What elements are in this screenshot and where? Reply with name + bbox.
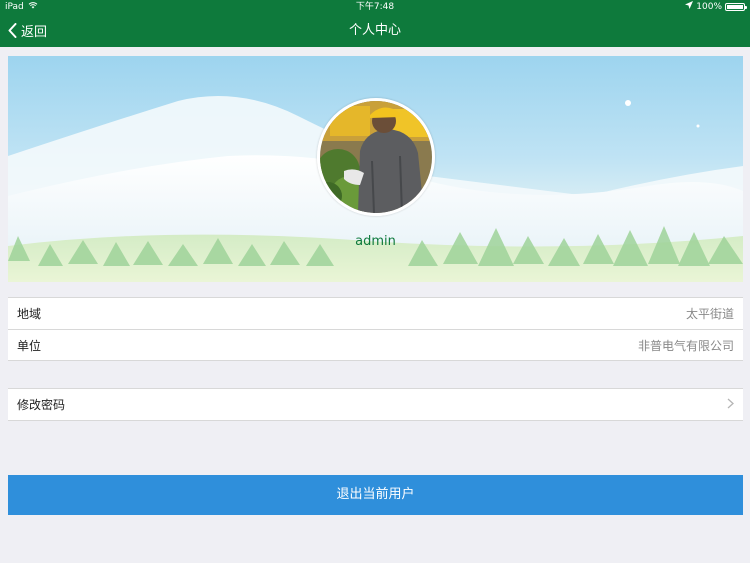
battery-icon [725, 3, 747, 11]
settings-list: 修改密码 [8, 388, 743, 421]
chevron-left-icon [8, 23, 17, 38]
back-label: 返回 [21, 25, 48, 40]
battery-percent: 100% [696, 2, 722, 12]
status-bar: iPad 下午7:48 100% [0, 0, 750, 14]
info-label-region: 地域 [17, 307, 42, 321]
logout-button[interactable]: 退出当前用户 [8, 475, 743, 515]
status-time: 下午7:48 [355, 2, 395, 12]
navigation-bar: 返回 个人中心 [0, 14, 750, 47]
chevron-right-icon [727, 397, 734, 413]
avatar[interactable] [317, 98, 435, 216]
back-button[interactable]: 返回 [8, 14, 47, 47]
info-row-region: 地域 太平街道 [8, 298, 743, 329]
info-value-organization: 非普电气有限公司 [637, 338, 734, 353]
page-title: 个人中心 [348, 23, 401, 38]
info-label-organization: 单位 [17, 338, 42, 353]
info-value-region: 太平街道 [685, 307, 734, 321]
change-password-label: 修改密码 [17, 398, 66, 412]
username: admin [355, 234, 396, 249]
change-password-row[interactable]: 修改密码 [8, 389, 743, 420]
location-arrow-icon [685, 0, 694, 14]
info-row-organization: 单位 非普电气有限公司 [8, 329, 743, 360]
user-photo [320, 101, 432, 213]
user-info-list: 地域 太平街道 单位 非普电气有限公司 [8, 297, 743, 361]
profile-banner: admin [8, 56, 743, 282]
